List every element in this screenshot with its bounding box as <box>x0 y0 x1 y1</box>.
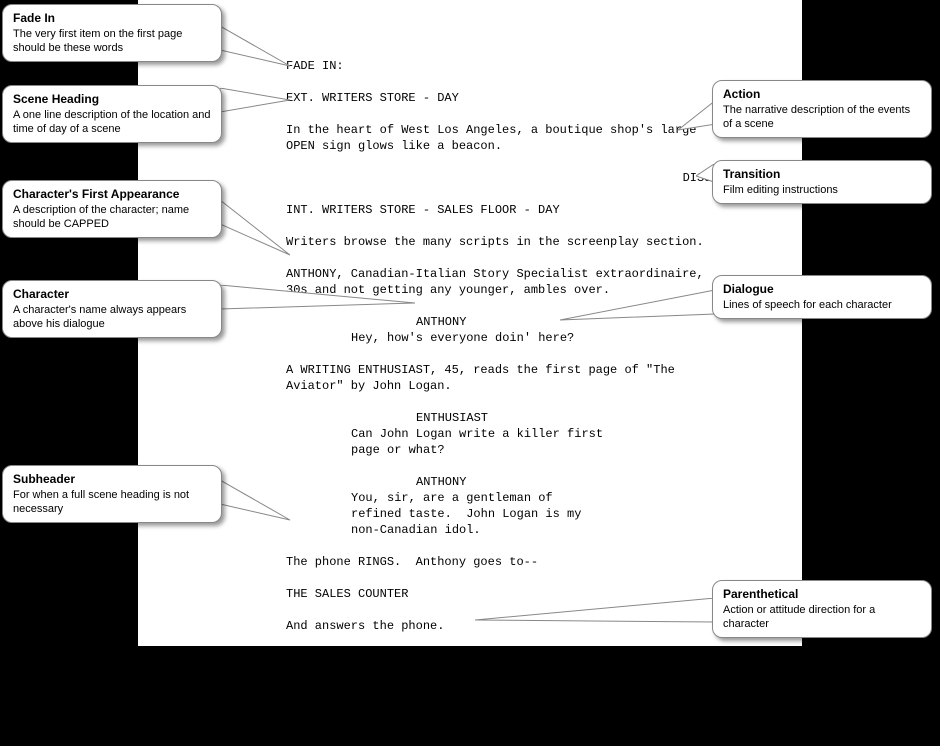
callout-title: Dialogue <box>723 282 921 296</box>
character-cue: VOICE <box>286 698 774 714</box>
scene-heading: INT. WRITERS STORE - SALES FLOOR - DAY <box>286 202 774 218</box>
action-line: Writers browse the many scripts in the s… <box>286 234 774 250</box>
dialogue-line: page or what? <box>286 442 774 458</box>
action-line: Aviator" by John Logan. <box>286 378 774 394</box>
callout-first-appearance: Character's First Appearance A descripti… <box>2 180 222 238</box>
blank-line <box>286 186 774 202</box>
callout-fade-in: Fade In The very first item on the first… <box>2 4 222 62</box>
pointer-icon <box>475 598 720 628</box>
dialogue-line: Writers Store, Anthony speaking. <box>286 666 774 682</box>
blank-line <box>286 346 774 362</box>
callout-title: Transition <box>723 167 921 181</box>
callout-subheader: Subheader For when a full scene heading … <box>2 465 222 523</box>
callout-dialogue: Dialogue Lines of speech for each charac… <box>712 275 932 319</box>
callout-desc: A character's name always appears above … <box>13 304 186 330</box>
callout-desc: The very first item on the first page sh… <box>13 28 182 54</box>
action-line: ANTHONY, Canadian-Italian Story Speciali… <box>286 266 774 282</box>
callout-title: Scene Heading <box>13 92 211 106</box>
callout-desc: Film editing instructions <box>723 184 838 196</box>
dialogue-line: Hey, how's everyone doin' here? <box>286 330 774 346</box>
callout-transition: Transition Film editing instructions <box>712 160 932 204</box>
blank-line <box>286 682 774 698</box>
blank-line <box>286 538 774 554</box>
pointer-icon <box>220 480 300 525</box>
action-line: OPEN sign glows like a beacon. <box>286 138 774 154</box>
callout-desc: The narrative description of the events … <box>723 104 910 130</box>
action-line: A WRITING ENTHUSIAST, 45, reads the firs… <box>286 362 774 378</box>
parenthetical-line: (over phone) <box>286 714 774 730</box>
callout-title: Character's First Appearance <box>13 187 211 201</box>
callout-action: Action The narrative description of the … <box>712 80 932 138</box>
fade-in-line: FADE IN: <box>286 58 774 74</box>
callout-desc: Lines of speech for each character <box>723 299 892 311</box>
dialogue-line: Can John Logan write a killer first <box>286 426 774 442</box>
callout-title: Character <box>13 287 211 301</box>
dialogue-line: Do you have "Chinatown" in stock? <box>286 730 774 746</box>
pointer-icon <box>560 290 720 330</box>
pointer-icon <box>220 88 300 118</box>
callout-scene-heading: Scene Heading A one line description of … <box>2 85 222 143</box>
callout-character: Character A character's name always appe… <box>2 280 222 338</box>
blank-line <box>286 74 774 90</box>
pointer-icon <box>220 26 300 71</box>
callout-title: Subheader <box>13 472 211 486</box>
callout-desc: For when a full scene heading is not nec… <box>13 489 189 515</box>
character-cue: ANTHONY <box>286 474 774 490</box>
callout-desc: Action or attitude direction for a chara… <box>723 604 875 630</box>
callout-desc: A description of the character; name sho… <box>13 204 189 230</box>
pointer-icon <box>220 200 300 260</box>
action-line: The phone RINGS. Anthony goes to-- <box>286 554 774 570</box>
callout-title: Fade In <box>13 11 211 25</box>
dialogue-line: refined taste. John Logan is my <box>286 506 774 522</box>
blank-line <box>286 250 774 266</box>
dialogue-line: non-Canadian idol. <box>286 522 774 538</box>
callout-desc: A one line description of the location a… <box>13 109 211 135</box>
character-cue: ENTHUSIAST <box>286 410 774 426</box>
pointer-icon <box>220 285 420 315</box>
blank-line <box>286 570 774 586</box>
character-cue: ANTHONY <box>286 650 774 666</box>
blank-line <box>286 218 774 234</box>
callout-title: Action <box>723 87 921 101</box>
blank-line <box>286 634 774 650</box>
callout-parenthetical: Parenthetical Action or attitude directi… <box>712 580 932 638</box>
dialogue-line: You, sir, are a gentleman of <box>286 490 774 506</box>
blank-line <box>286 394 774 410</box>
callout-title: Parenthetical <box>723 587 921 601</box>
blank-line <box>286 458 774 474</box>
